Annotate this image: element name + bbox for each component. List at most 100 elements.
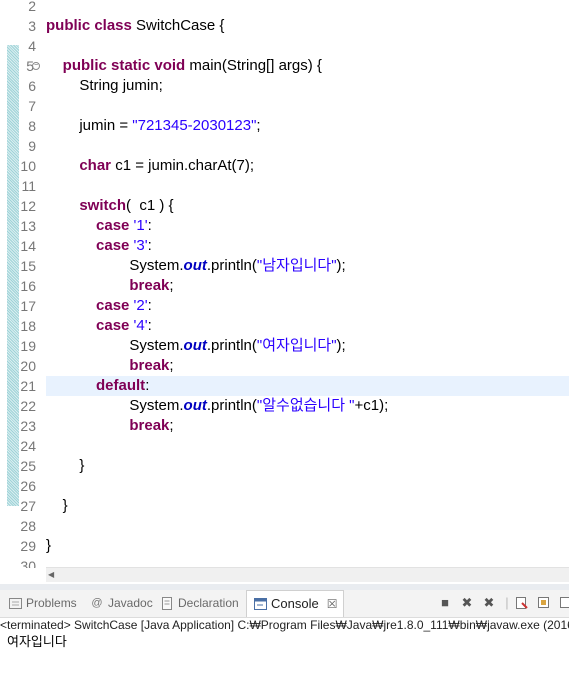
code-token: ;	[169, 417, 174, 434]
code-token: break	[46, 417, 170, 434]
tab-declaration-label: Declaration	[178, 596, 239, 610]
tab-problems[interactable]: Problems	[8, 590, 77, 616]
line-number: 20	[20, 358, 36, 374]
line-number: 19	[20, 338, 36, 354]
tab-console[interactable]: Console ☒	[246, 590, 345, 617]
code-line[interactable]: switch( c1 ) {	[46, 196, 569, 216]
line-number: 28	[20, 518, 36, 534]
line-number: 17	[20, 298, 36, 314]
code-token: );	[336, 337, 346, 354]
code-line[interactable]: default:	[46, 376, 569, 396]
remove-launch-icon[interactable]: ✖	[460, 596, 474, 610]
line-number: 6	[28, 78, 36, 94]
code-token: :	[147, 237, 152, 254]
scroll-lock-icon[interactable]	[536, 596, 550, 610]
code-line[interactable]: case '4':	[46, 316, 569, 336]
code-line[interactable]: }	[46, 456, 569, 476]
code-editor[interactable]: 2 3 4 5−6 7 8 9 10 11 12 13 14 15 16 17 18 19 20 21 22 23 24 2…	[0, 0, 569, 568]
code-token: case	[46, 237, 134, 254]
code-line[interactable]	[46, 96, 569, 116]
code-line[interactable]	[46, 176, 569, 196]
tab-javadoc-label: Javadoc	[108, 596, 153, 610]
line-number-gutter: 2 3 4 5−6 7 8 9 10 11 12 13 14 15 16 17 18 19 20 21 22 23 24 2…	[19, 0, 44, 568]
code-token: SwitchCase {	[136, 17, 225, 34]
code-token: :	[147, 217, 152, 234]
code-token: }	[46, 537, 52, 554]
tab-console-label: Console	[271, 596, 319, 611]
code-token: (	[126, 197, 140, 214]
code-token: out	[183, 397, 207, 414]
code-line[interactable]	[46, 36, 569, 56]
code-token: "721345-2030123"	[132, 117, 257, 134]
code-line[interactable]: public class SwitchCase {	[46, 16, 569, 36]
code-line[interactable]: String jumin;	[46, 76, 569, 96]
code-line[interactable]: char c1 = jumin.charAt(7);	[46, 156, 569, 176]
code-line[interactable]: public static void main(String[] args) {	[46, 56, 569, 76]
code-token: case	[46, 217, 134, 234]
line-number: 22	[20, 398, 36, 414]
code-line[interactable]: System.out.println("알수없습니다 "+c1);	[46, 396, 569, 416]
code-token: c1	[139, 197, 156, 214]
code-area[interactable]: public class SwitchCase { public static …	[46, 0, 569, 568]
code-line[interactable]	[46, 136, 569, 156]
tab-declaration[interactable]: Declaration	[160, 590, 239, 616]
line-number: 15	[20, 258, 36, 274]
code-line[interactable]: System.out.println("남자입니다");	[46, 256, 569, 276]
horizontal-scrollbar[interactable]: ◀	[46, 567, 569, 582]
fold-collapse-icon[interactable]: −	[32, 62, 40, 70]
code-token: .println(	[206, 257, 257, 274]
code-line[interactable]: }	[46, 536, 569, 556]
code-token: case	[46, 317, 134, 334]
code-token: public static void	[46, 57, 190, 74]
terminate-icon[interactable]: ■	[438, 596, 452, 610]
remove-all-terminated-icon[interactable]: ✖	[482, 596, 496, 610]
line-number: 23	[20, 418, 36, 434]
code-line[interactable]	[46, 476, 569, 496]
console-output[interactable]: 여자입니다	[7, 633, 67, 650]
line-number: 11	[21, 178, 36, 194]
code-token: );	[336, 257, 346, 274]
code-line[interactable]: break;	[46, 276, 569, 296]
code-line[interactable]	[46, 516, 569, 536]
line-number: 10	[20, 158, 36, 174]
code-token: break	[46, 357, 170, 374]
code-line[interactable]: }	[46, 496, 569, 516]
line-number: 9	[28, 138, 36, 154]
line-number: 5−	[26, 58, 40, 74]
code-line[interactable]: break;	[46, 356, 569, 376]
code-line[interactable]: case '3':	[46, 236, 569, 256]
code-line[interactable]	[46, 436, 569, 456]
line-number: 27	[20, 498, 36, 514]
toolbar-divider: |	[505, 595, 509, 610]
close-tab-icon[interactable]: ☒	[327, 591, 338, 617]
code-token: );	[379, 397, 389, 414]
tab-javadoc[interactable]: @ Javadoc	[90, 590, 153, 616]
code-token: =	[131, 157, 149, 174]
code-line[interactable]: case '1':	[46, 216, 569, 236]
line-number: 21	[20, 378, 36, 394]
code-token: System.	[46, 337, 184, 354]
clear-console-icon[interactable]	[514, 596, 528, 610]
code-token: args	[278, 57, 308, 74]
code-token: default	[46, 377, 146, 394]
code-line[interactable]: break;	[46, 416, 569, 436]
code-token: ;	[158, 77, 163, 94]
word-wrap-icon[interactable]	[558, 596, 569, 610]
code-token: :	[145, 377, 150, 394]
console-process-header: <terminated> SwitchCase [Java Applicatio…	[0, 618, 569, 632]
code-line[interactable]: jumin = "721345-2030123";	[46, 116, 569, 136]
code-line[interactable]: case '2':	[46, 296, 569, 316]
code-token: '4'	[133, 317, 148, 334]
code-line[interactable]	[46, 0, 569, 16]
code-token: case	[46, 297, 134, 314]
scroll-left-arrow-icon[interactable]: ◀	[48, 570, 54, 579]
line-number: 16	[20, 278, 36, 294]
code-token: '3'	[133, 237, 148, 254]
code-token: .println(	[206, 397, 257, 414]
code-token: out	[183, 337, 207, 354]
code-token: :	[147, 317, 152, 334]
line-number: 2	[28, 0, 36, 14]
code-token: ;	[256, 117, 261, 134]
code-line[interactable]: System.out.println("여자입니다");	[46, 336, 569, 356]
code-token: out	[183, 257, 207, 274]
